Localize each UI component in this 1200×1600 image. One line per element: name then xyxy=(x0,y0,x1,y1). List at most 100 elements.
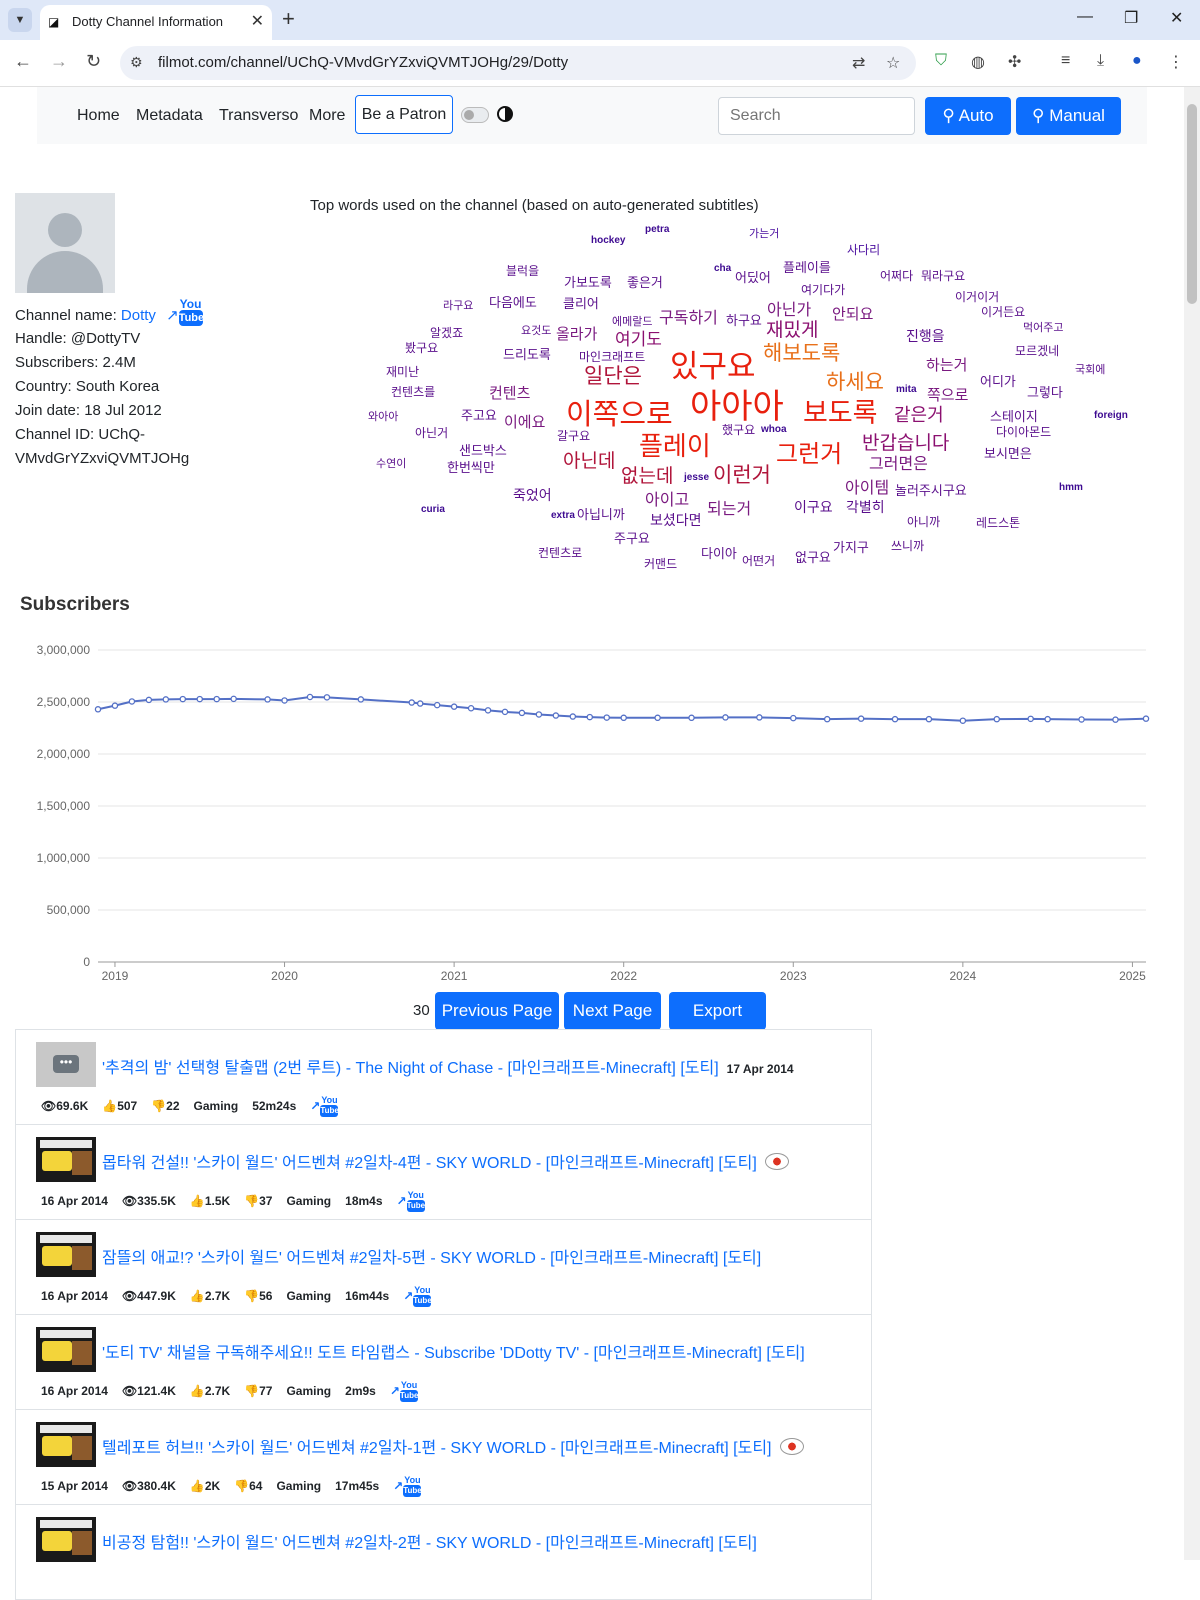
youtube-icon[interactable]: You Tube xyxy=(406,1191,425,1213)
nav-metadata-link[interactable]: Metadata xyxy=(136,107,203,125)
profile-icon[interactable]: ● xyxy=(1132,52,1142,70)
tab-search-icon[interactable]: ▼ xyxy=(8,8,32,32)
translate-icon[interactable]: ⇄ xyxy=(852,53,865,73)
search-input[interactable] xyxy=(718,97,915,135)
video-title-link[interactable]: 비공정 탐험!! '스카이 월드' 어드벤쳐 #2일차-2편 - SKY WOR… xyxy=(102,1535,757,1552)
url-text: filmot.com/channel/UChQ-VMvdGrYZxviQVMTJ… xyxy=(158,54,569,71)
subscribers-point xyxy=(756,714,763,721)
youtube-icon[interactable]: You Tube xyxy=(399,1381,418,1403)
y-tick-label: 3,000,000 xyxy=(37,643,91,657)
forward-icon[interactable]: → xyxy=(50,51,68,72)
magnifier-icon: ⚲ xyxy=(1032,106,1045,125)
nav-home-link[interactable]: Home xyxy=(77,107,120,125)
wordcloud-word: 아닙니까 xyxy=(577,507,625,522)
video-thumbnail[interactable] xyxy=(36,1327,96,1372)
wordcloud-word: 구독하기 xyxy=(659,310,718,327)
media-control-icon[interactable]: ≡ xyxy=(1061,52,1070,70)
tab-close-icon[interactable]: ✕ xyxy=(251,11,264,31)
manual-search-button[interactable]: ⚲ Manual xyxy=(1016,97,1121,135)
back-icon[interactable]: ← xyxy=(14,51,32,72)
video-meta: 16 Apr 2014 👁447.9K 👍2.7K 👎56 Gaming 16m44s ↗ Y… xyxy=(41,1286,445,1308)
new-tab-icon[interactable]: + xyxy=(282,6,295,32)
wordcloud-word: 플레이를 xyxy=(783,260,831,275)
youtube-icon[interactable]: You Tube xyxy=(403,1476,422,1498)
video-title-link[interactable]: 잠뜰의 애교!? '스카이 월드' 어드벤쳐 #2일차-5편 - SKY WOR… xyxy=(102,1250,761,1267)
address-bar[interactable]: ⚙ filmot.com/channel/UChQ-VMvdGrYZxviQVM… xyxy=(120,46,916,80)
video-thumbnail[interactable]: ••• xyxy=(36,1042,96,1087)
video-likes: 👍1.5K xyxy=(189,1194,231,1208)
minimize-icon[interactable]: — xyxy=(1077,8,1093,26)
video-duration: 2m9s xyxy=(345,1384,376,1398)
wordcloud-word: 놀러주시구요 xyxy=(895,483,967,498)
subscribers-point xyxy=(586,713,594,721)
wordcloud-word: 올라가 xyxy=(556,326,598,343)
globe-extension-icon[interactable]: ◍ xyxy=(971,52,985,72)
thumb-shape xyxy=(42,1341,72,1361)
wordcloud-word: 드리도록 xyxy=(503,347,551,362)
subscribers-point xyxy=(1044,715,1051,723)
shield-extension-icon[interactable]: ⛉ xyxy=(935,52,947,70)
wordcloud-word: 하구요 xyxy=(726,313,762,328)
wordcloud-word: 클리어 xyxy=(563,296,599,311)
next-page-button[interactable]: Next Page xyxy=(564,992,661,1030)
video-thumbnail[interactable] xyxy=(36,1517,96,1562)
reload-icon[interactable]: ↻ xyxy=(86,51,101,72)
korea-flag-icon xyxy=(764,1153,789,1170)
video-meta: 16 Apr 2014 👁335.5K 👍1.5K 👎37 Gaming 18m4s ↗ Yo… xyxy=(41,1191,439,1213)
site-info-icon[interactable]: ⚙ xyxy=(130,54,143,71)
download-icon[interactable]: ⤓ xyxy=(1097,52,1104,70)
video-thumbnail[interactable] xyxy=(36,1422,96,1467)
wordcloud-word: 갈구요 xyxy=(557,429,591,443)
video-list-item: ••• '추격의 밤' 선택형 탈출맵 (2번 루트) - The Night o… xyxy=(15,1029,872,1125)
export-urls-button[interactable]: Export URLS xyxy=(669,992,766,1058)
dark-mode-toggle[interactable] xyxy=(461,107,489,123)
wordcloud-word: mita xyxy=(896,384,917,395)
browser-tab[interactable]: ◪ Dotty Channel Information ✕ xyxy=(40,5,272,40)
video-likes: 👍2.7K xyxy=(189,1384,231,1398)
wordcloud-word: 각별히 xyxy=(846,499,885,515)
wordcloud-word: 마인크래프트 xyxy=(579,350,646,364)
wordcloud-word: 재미난 xyxy=(386,365,420,379)
auto-search-button[interactable]: ⚲ Auto xyxy=(925,97,1011,135)
subscribers-point xyxy=(323,694,331,701)
youtube-icon[interactable]: You Tube xyxy=(178,298,204,328)
video-thumbnail[interactable] xyxy=(36,1232,96,1277)
video-list-item: 비공정 탐험!! '스카이 월드' 어드벤쳐 #2일차-2편 - SKY WOR… xyxy=(15,1504,872,1600)
thumb-shape xyxy=(72,1436,92,1460)
youtube-icon[interactable]: You Tube xyxy=(320,1096,339,1118)
video-title-link[interactable]: 텔레포트 허브!! '스카이 월드' 어드벤쳐 #2일차-1편 - SKY WO… xyxy=(102,1440,772,1457)
wordcloud-word: 가지구 xyxy=(833,540,869,555)
video-meta: 15 Apr 2014 👁380.4K 👍2K 👎64 Gaming 17m45s ↗ You… xyxy=(41,1476,435,1498)
video-title-link[interactable]: '추격의 밤' 선택형 탈출맵 (2번 루트) - The Night of C… xyxy=(102,1060,719,1077)
wordcloud-word: 와아아 xyxy=(368,411,399,423)
video-list-item: 몹타워 건설!! '스카이 월드' 어드벤쳐 #2일차-4편 - SKY WOR… xyxy=(15,1124,872,1220)
wordcloud-word: 플레이 xyxy=(639,431,711,461)
video-thumbnail[interactable] xyxy=(36,1137,96,1182)
wordcloud-word: cha xyxy=(714,263,732,274)
video-date: 16 Apr 2014 xyxy=(41,1194,108,1208)
wordcloud-word: 이거든요 xyxy=(981,305,1026,319)
previous-page-button[interactable]: Previous Page xyxy=(435,992,559,1030)
scrollbar-thumb[interactable] xyxy=(1187,104,1197,304)
channel-name-link[interactable]: Dotty xyxy=(121,307,156,324)
subscribers-point xyxy=(128,698,136,705)
wordcloud-word: 보시면은 xyxy=(984,446,1032,461)
nav-more-link[interactable]: More xyxy=(309,107,345,125)
extensions-puzzle-icon[interactable]: ✣ xyxy=(1008,52,1021,72)
subscribers-point xyxy=(603,714,610,721)
video-views: 👁380.4K xyxy=(121,1479,176,1493)
video-views: 👁335.5K xyxy=(121,1194,176,1208)
be-a-patron-button[interactable]: Be a Patron xyxy=(355,95,453,134)
video-title-link[interactable]: '도티 TV' 채널을 구독해주세요!! 도트 타임랩스 - Subscribe… xyxy=(102,1345,805,1362)
video-title-link[interactable]: 몹타워 건설!! '스카이 월드' 어드벤쳐 #2일차-4편 - SKY WOR… xyxy=(102,1155,757,1172)
window-close-icon[interactable]: ✕ xyxy=(1170,8,1183,28)
youtube-icon[interactable]: You Tube xyxy=(413,1286,432,1308)
browser-menu-icon[interactable]: ⋮ xyxy=(1168,52,1184,72)
page-scrollbar[interactable] xyxy=(1184,87,1200,1560)
nav-transverso-link[interactable]: Transverso xyxy=(219,107,298,125)
channel-country: Country: South Korea xyxy=(15,378,160,395)
restore-icon[interactable]: ❐ xyxy=(1124,8,1138,28)
manual-label: Manual xyxy=(1049,106,1105,125)
wordcloud-word: 아닌거 xyxy=(415,426,449,440)
bookmark-star-icon[interactable]: ☆ xyxy=(886,53,900,73)
